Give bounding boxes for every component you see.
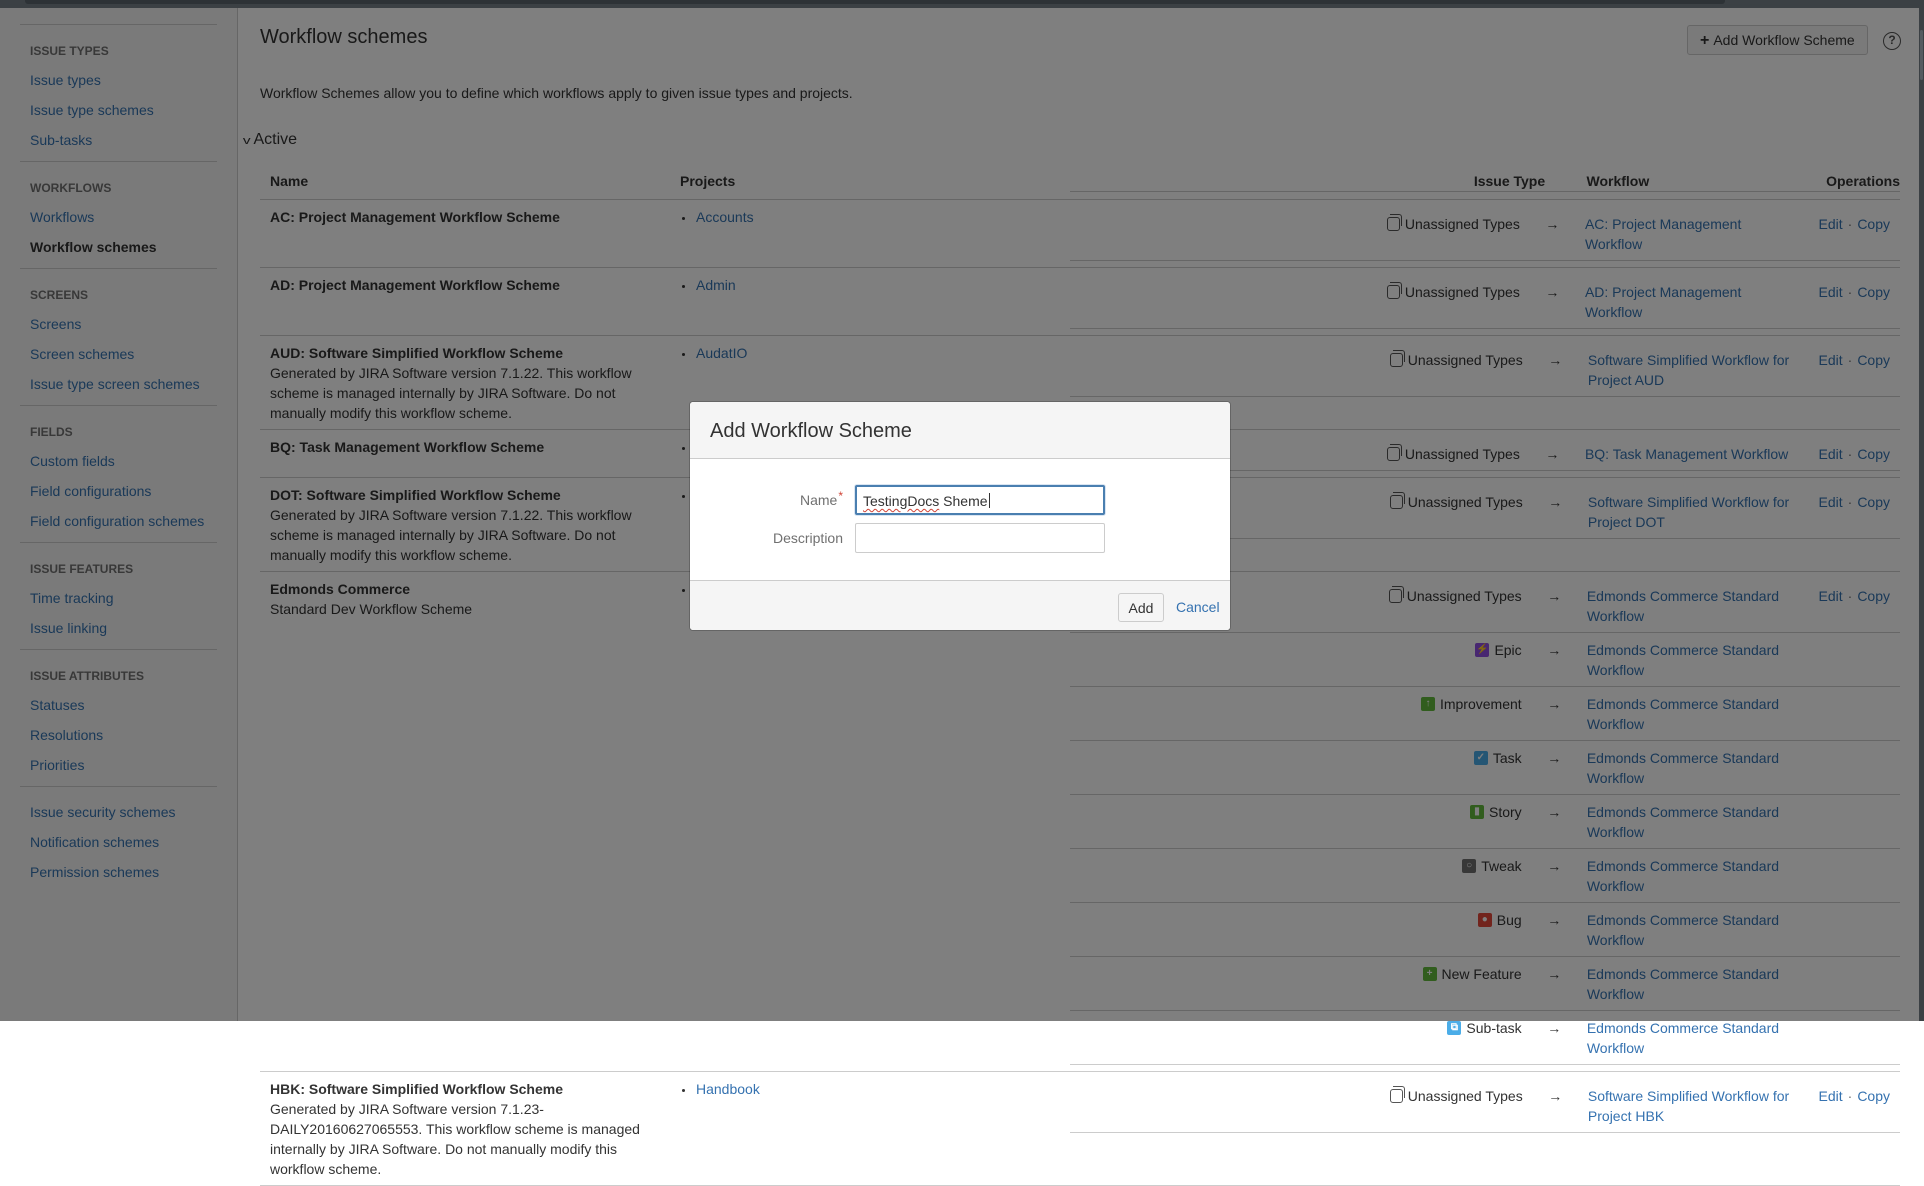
project-link[interactable]: Handbook bbox=[696, 1081, 760, 1097]
scrollbar-thumb[interactable] bbox=[1920, 30, 1923, 80]
dialog-body: Name* TestingDocs Sheme Description bbox=[690, 459, 1230, 579]
top-bar-inner bbox=[25, 0, 1725, 4]
description-field-row: Description bbox=[690, 523, 1230, 561]
text-caret bbox=[988, 493, 990, 508]
spellcheck-underlined-word: TestingDocs bbox=[863, 493, 940, 509]
table-row: HBK: Software Simplified Workflow Scheme… bbox=[260, 1071, 1900, 1186]
dialog-header: Add Workflow Scheme bbox=[690, 402, 1230, 459]
scheme-description: Generated by JIRA Software version 7.1.2… bbox=[270, 1100, 640, 1177]
issue-type-glyph bbox=[1391, 1090, 1405, 1104]
issue-type-label: Unassigned Types bbox=[1407, 1087, 1523, 1104]
copy-link[interactable]: Copy bbox=[1857, 1088, 1890, 1104]
issue-type-unassigned-icon bbox=[1389, 1085, 1405, 1104]
arrow-right-icon: → bbox=[1532, 1078, 1578, 1133]
dialog-footer: Add Cancel bbox=[690, 580, 1230, 630]
name-label: Name* bbox=[799, 489, 843, 508]
projects-cell: Handbook bbox=[670, 1071, 1070, 1186]
issue-type-label: Sub-task bbox=[1466, 1019, 1522, 1036]
edit-link[interactable]: Edit bbox=[1819, 1088, 1843, 1104]
operations-cell: Edit·Copy bbox=[1808, 1078, 1900, 1133]
workflow-link[interactable]: Software Simplified Workflow for Project… bbox=[1588, 1088, 1789, 1124]
scheme-name: HBK: Software Simplified Workflow Scheme bbox=[270, 1080, 564, 1097]
top-navigation-bar bbox=[0, 0, 1924, 8]
name-field-row: Name* TestingDocs Sheme bbox=[690, 485, 1230, 523]
description-input[interactable] bbox=[855, 523, 1105, 553]
issue-type-glyph: ⧉ bbox=[1450, 1021, 1458, 1033]
name-input-rest: Sheme bbox=[939, 493, 988, 509]
issue-type-mapping: Unassigned Types → Software Simplified Wor… bbox=[1070, 1078, 1900, 1133]
dialog-title: Add Workflow Scheme bbox=[710, 420, 912, 442]
operations-separator: · bbox=[1847, 1087, 1853, 1104]
workflow-link[interactable]: Edmonds Commerce Standard Workflow bbox=[1587, 1020, 1779, 1056]
name-label-text: Name bbox=[799, 492, 838, 508]
mappings-cell: Unassigned Types → Software Simplified Wor… bbox=[1070, 1071, 1900, 1186]
issue-type-cell: Unassigned Types bbox=[1070, 1078, 1533, 1133]
workflow-cell: Software Simplified Workflow for Project… bbox=[1577, 1078, 1809, 1133]
description-label: Description bbox=[772, 530, 843, 546]
issue-type-mapping-list: Unassigned Types → Software Simplified Wor… bbox=[1070, 1078, 1900, 1133]
name-input-value: TestingDocs Sheme bbox=[863, 493, 990, 509]
required-marker: * bbox=[838, 489, 843, 503]
add-button[interactable]: Add bbox=[1118, 593, 1164, 622]
scheme-name-cell: HBK: Software Simplified Workflow Scheme… bbox=[260, 1071, 670, 1186]
name-input[interactable]: TestingDocs Sheme bbox=[855, 485, 1105, 515]
project-list-item: Handbook bbox=[680, 1079, 1060, 1099]
cancel-link[interactable]: Cancel bbox=[1176, 599, 1220, 615]
add-workflow-scheme-dialog: Add Workflow Scheme Name* TestingDocs Sh… bbox=[690, 402, 1230, 630]
vertical-scrollbar[interactable] bbox=[1919, 0, 1924, 1021]
issue-type-subtask-icon: ⧉ bbox=[1447, 1020, 1462, 1035]
